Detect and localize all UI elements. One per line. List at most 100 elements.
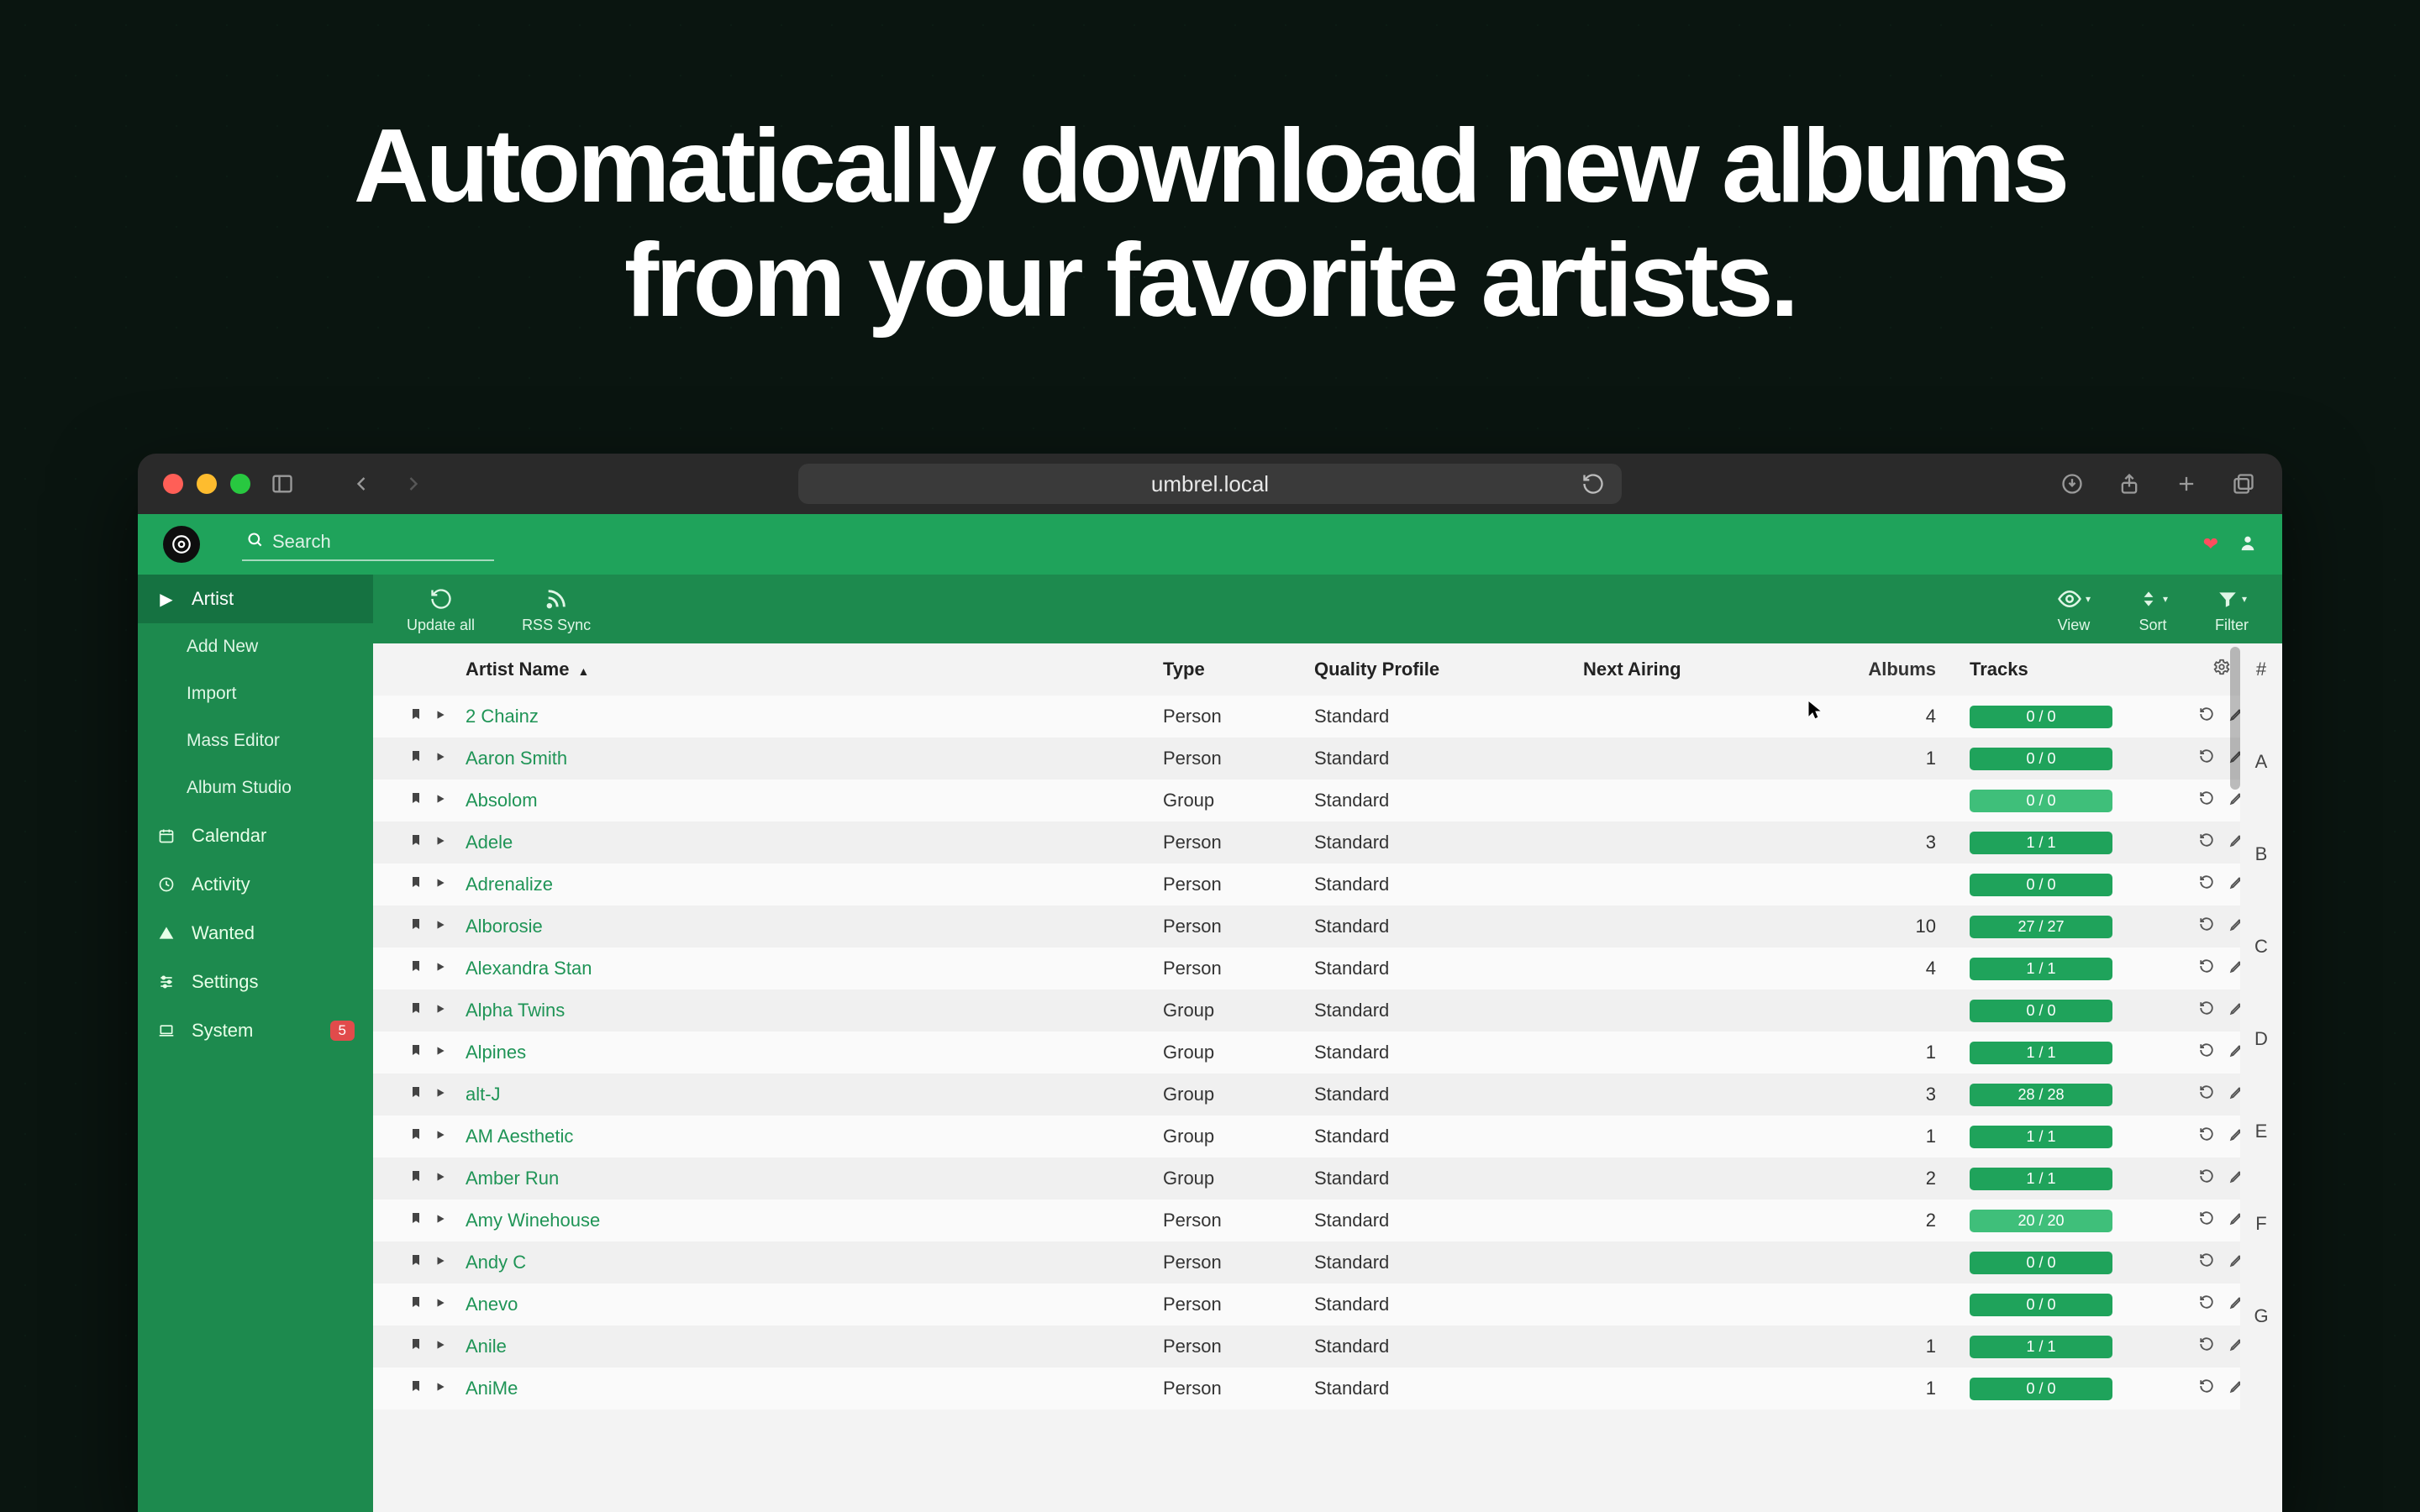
alpha-jump[interactable]: E xyxy=(2255,1121,2268,1142)
update-all-button[interactable]: Update all xyxy=(407,585,475,634)
monitor-toggle-icon[interactable] xyxy=(434,958,446,979)
alpha-jump[interactable]: B xyxy=(2255,843,2268,865)
monitor-toggle-icon[interactable] xyxy=(434,1294,446,1315)
window-zoom-button[interactable] xyxy=(230,474,250,494)
bookmark-icon[interactable] xyxy=(409,1084,423,1105)
monitor-toggle-icon[interactable] xyxy=(434,1000,446,1021)
artist-link[interactable]: Aaron Smith xyxy=(466,748,567,769)
bookmark-icon[interactable] xyxy=(409,790,423,811)
artist-link[interactable]: Alpha Twins xyxy=(466,1000,565,1021)
bookmark-icon[interactable] xyxy=(409,1210,423,1231)
refresh-row-icon[interactable] xyxy=(2199,790,2214,811)
bookmark-icon[interactable] xyxy=(409,874,423,895)
monitor-toggle-icon[interactable] xyxy=(434,1336,446,1357)
artist-link[interactable]: Amber Run xyxy=(466,1168,559,1189)
user-icon[interactable] xyxy=(2238,533,2257,556)
filter-toggle[interactable]: ▾ Filter xyxy=(2215,585,2249,634)
bookmark-icon[interactable] xyxy=(409,958,423,979)
alpha-jump[interactable]: D xyxy=(2254,1028,2268,1050)
refresh-row-icon[interactable] xyxy=(2199,1168,2214,1189)
sidebar-item-import[interactable]: Import xyxy=(138,670,373,717)
monitor-toggle-icon[interactable] xyxy=(434,1378,446,1399)
sidebar-item-calendar[interactable]: Calendar xyxy=(138,811,373,860)
artist-link[interactable]: Alpines xyxy=(466,1042,526,1063)
monitor-toggle-icon[interactable] xyxy=(434,832,446,853)
col-artist-name[interactable]: Artist Name▲ xyxy=(466,659,1163,680)
monitor-toggle-icon[interactable] xyxy=(434,1210,446,1231)
refresh-row-icon[interactable] xyxy=(2199,958,2214,979)
monitor-toggle-icon[interactable] xyxy=(434,706,446,727)
share-icon[interactable] xyxy=(2116,470,2143,497)
artist-link[interactable]: Alexandra Stan xyxy=(466,958,592,979)
bookmark-icon[interactable] xyxy=(409,1336,423,1357)
donate-heart-icon[interactable]: ❤ xyxy=(2203,533,2218,555)
downloads-icon[interactable] xyxy=(2059,470,2086,497)
bookmark-icon[interactable] xyxy=(409,1000,423,1021)
col-albums[interactable]: Albums xyxy=(1818,659,1970,680)
alpha-jump[interactable]: A xyxy=(2255,751,2268,773)
rss-sync-button[interactable]: RSS Sync xyxy=(522,585,591,634)
col-next-airing[interactable]: Next Airing xyxy=(1583,659,1818,680)
search-input[interactable] xyxy=(272,531,489,553)
monitor-toggle-icon[interactable] xyxy=(434,1168,446,1189)
artist-link[interactable]: Adele xyxy=(466,832,513,853)
bookmark-icon[interactable] xyxy=(409,1252,423,1273)
monitor-toggle-icon[interactable] xyxy=(434,874,446,895)
refresh-row-icon[interactable] xyxy=(2199,748,2214,769)
sidebar-item-settings[interactable]: Settings xyxy=(138,958,373,1006)
refresh-row-icon[interactable] xyxy=(2199,1000,2214,1021)
back-button[interactable] xyxy=(348,470,375,497)
refresh-row-icon[interactable] xyxy=(2199,916,2214,937)
artist-link[interactable]: 2 Chainz xyxy=(466,706,539,727)
artist-link[interactable]: AM Aesthetic xyxy=(466,1126,573,1147)
sidebar-item-mass-editor[interactable]: Mass Editor xyxy=(138,717,373,764)
bookmark-icon[interactable] xyxy=(409,706,423,727)
refresh-row-icon[interactable] xyxy=(2199,1126,2214,1147)
window-close-button[interactable] xyxy=(163,474,183,494)
artist-link[interactable]: alt-J xyxy=(466,1084,501,1105)
col-tracks[interactable]: Tracks xyxy=(1970,659,2171,680)
forward-button[interactable] xyxy=(400,470,427,497)
bookmark-icon[interactable] xyxy=(409,1378,423,1399)
refresh-row-icon[interactable] xyxy=(2199,1042,2214,1063)
sidebar-item-artist[interactable]: ▶ Artist xyxy=(138,575,373,623)
monitor-toggle-icon[interactable] xyxy=(434,1084,446,1105)
search-field[interactable] xyxy=(242,528,494,561)
new-tab-icon[interactable] xyxy=(2173,470,2200,497)
sort-toggle[interactable]: ▾ Sort xyxy=(2138,585,2168,634)
monitor-toggle-icon[interactable] xyxy=(434,790,446,811)
scrollbar-thumb[interactable] xyxy=(2230,647,2240,790)
monitor-toggle-icon[interactable] xyxy=(434,1042,446,1063)
bookmark-icon[interactable] xyxy=(409,1294,423,1315)
refresh-row-icon[interactable] xyxy=(2199,874,2214,895)
url-bar[interactable]: umbrel.local xyxy=(798,464,1622,504)
view-toggle[interactable]: ▾ View xyxy=(2057,585,2091,634)
window-minimize-button[interactable] xyxy=(197,474,217,494)
refresh-row-icon[interactable] xyxy=(2199,1294,2214,1315)
monitor-toggle-icon[interactable] xyxy=(434,1126,446,1147)
refresh-row-icon[interactable] xyxy=(2199,706,2214,727)
sidebar-item-add-new[interactable]: Add New xyxy=(138,623,373,670)
artist-link[interactable]: Anile xyxy=(466,1336,507,1357)
refresh-row-icon[interactable] xyxy=(2199,1378,2214,1399)
reload-icon[interactable] xyxy=(1580,470,1607,497)
sidebar-item-activity[interactable]: Activity xyxy=(138,860,373,909)
sidebar-item-system[interactable]: System 5 xyxy=(138,1006,373,1055)
tabs-overview-icon[interactable] xyxy=(2230,470,2257,497)
bookmark-icon[interactable] xyxy=(409,1042,423,1063)
monitor-toggle-icon[interactable] xyxy=(434,1252,446,1273)
artist-link[interactable]: Adrenalize xyxy=(466,874,553,895)
app-logo[interactable] xyxy=(163,526,200,563)
bookmark-icon[interactable] xyxy=(409,1126,423,1147)
artist-link[interactable]: Anevo xyxy=(466,1294,518,1315)
bookmark-icon[interactable] xyxy=(409,1168,423,1189)
alpha-jump[interactable]: C xyxy=(2254,936,2268,958)
refresh-row-icon[interactable] xyxy=(2199,1210,2214,1231)
artist-link[interactable]: AniMe xyxy=(466,1378,518,1399)
alpha-jump[interactable]: F xyxy=(2255,1213,2266,1235)
monitor-toggle-icon[interactable] xyxy=(434,916,446,937)
artist-link[interactable]: Absolom xyxy=(466,790,538,811)
refresh-row-icon[interactable] xyxy=(2199,1252,2214,1273)
sidebar-item-wanted[interactable]: Wanted xyxy=(138,909,373,958)
bookmark-icon[interactable] xyxy=(409,748,423,769)
